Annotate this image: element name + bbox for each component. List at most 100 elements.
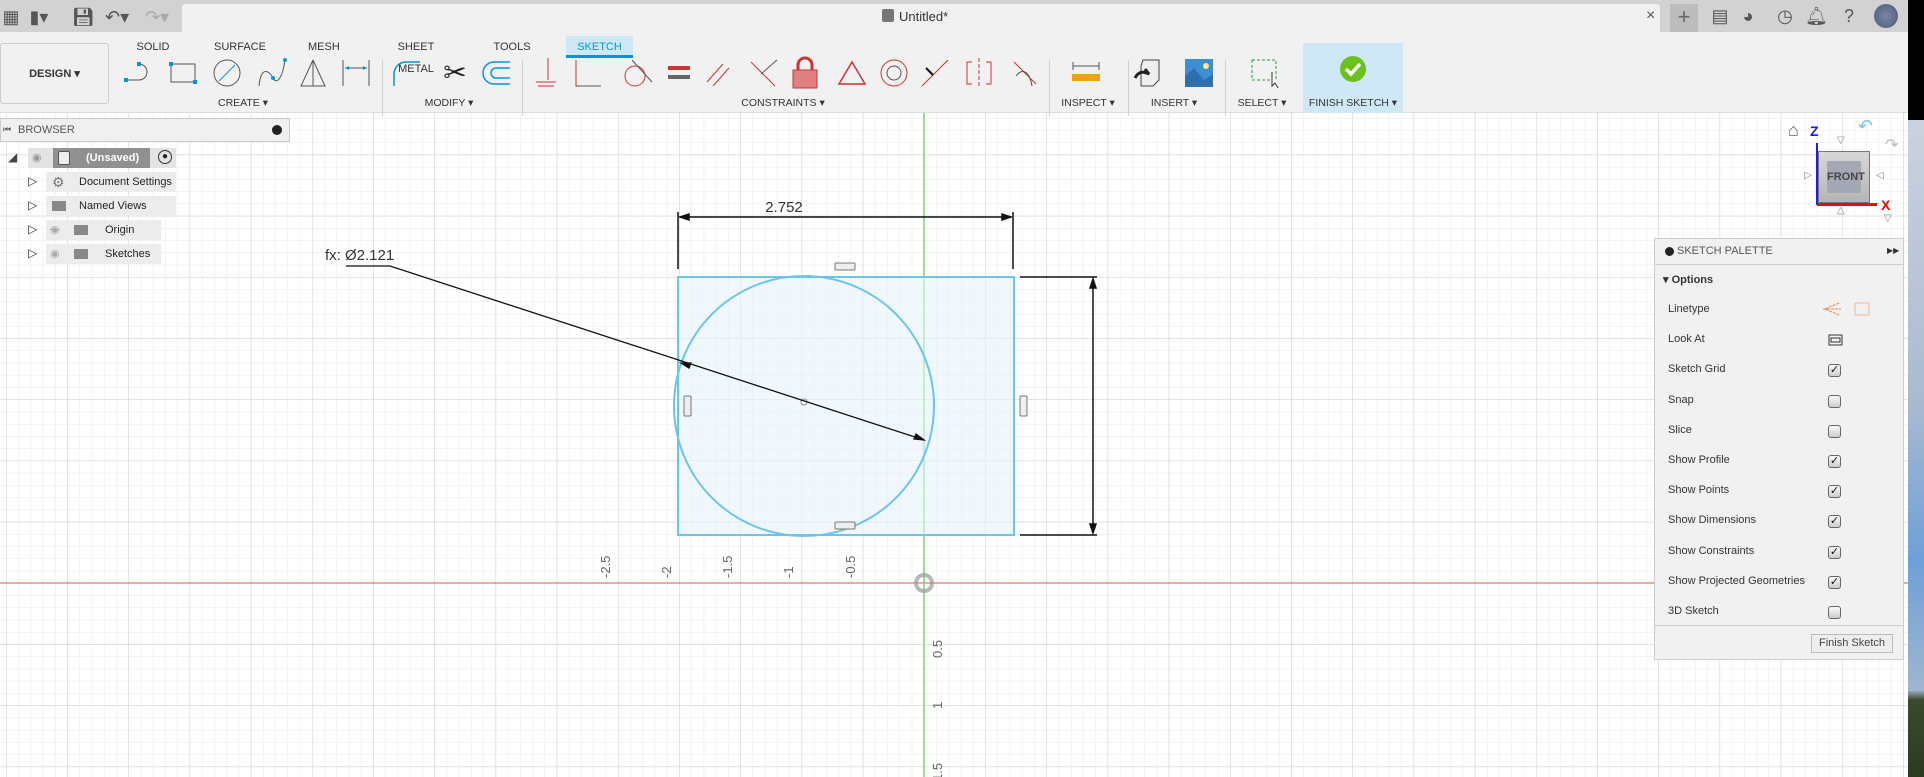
measure-ruler-icon[interactable] xyxy=(1069,56,1103,90)
rotate-cw-icon[interactable]: ↷ xyxy=(1885,135,1898,155)
browser-root-item[interactable]: ◉ (Unsaved) ● xyxy=(28,148,176,168)
insert-derive-icon[interactable] xyxy=(1131,56,1165,90)
create-menu[interactable]: CREATE ▾ xyxy=(218,97,268,109)
line-tool-icon[interactable] xyxy=(123,56,157,90)
sketch-rectangle[interactable] xyxy=(677,276,1015,536)
visibility-eye-icon[interactable]: ◉ xyxy=(50,244,60,264)
options-section-toggle[interactable]: ▾ Options xyxy=(1663,273,1713,286)
browser-item[interactable]: ⚙ Document Settings xyxy=(46,172,176,192)
expand-triangle-icon[interactable]: ▷ xyxy=(28,222,37,236)
palette-checkbox-3d-sketch[interactable] xyxy=(1828,606,1841,619)
activate-radio[interactable]: ● xyxy=(158,150,172,164)
user-avatar[interactable] xyxy=(1874,4,1898,28)
file-menu-icon[interactable]: ▮▾ xyxy=(28,6,50,28)
palette-checkbox-slice[interactable] xyxy=(1828,424,1841,438)
help-icon[interactable]: ? xyxy=(1838,5,1860,27)
view-cube-menu-icon[interactable]: ▽ xyxy=(1884,213,1892,224)
insert-menu[interactable]: INSERT ▾ xyxy=(1151,97,1197,109)
parallel-constraint-icon[interactable] xyxy=(703,56,737,90)
perpendicular-constraint-icon[interactable] xyxy=(747,56,781,90)
browser-item[interactable]: Named Views xyxy=(46,196,176,216)
palette-checkbox-show-points[interactable]: ✓ xyxy=(1828,485,1841,499)
look-at-icon[interactable] xyxy=(1828,331,1844,347)
document-tab[interactable]: Untitled* × xyxy=(182,4,1660,32)
palette-checkbox-show-profile[interactable]: ✓ xyxy=(1828,455,1841,468)
root-collapse-triangle-icon[interactable]: ◢ xyxy=(8,150,17,164)
palette-checkbox-sketch-grid[interactable]: ✓ xyxy=(1828,364,1841,378)
job-status-clock-icon[interactable]: ◷ xyxy=(1774,5,1796,27)
fix-constraint-icon[interactable] xyxy=(528,56,562,90)
new-tab-button[interactable]: + xyxy=(1670,4,1698,32)
palette-checkbox-snap[interactable] xyxy=(1828,394,1841,408)
notifications-bell-icon[interactable]: 🔔︎ xyxy=(1805,5,1828,27)
apps-grid-icon[interactable]: ▦ xyxy=(0,6,22,28)
undo-icon[interactable]: ↶▾ xyxy=(105,6,129,28)
view-left-arrow-icon[interactable]: ◁ xyxy=(1876,170,1884,181)
workspace-switcher[interactable]: DESIGN ▾ xyxy=(0,43,109,104)
spline-tool-icon[interactable] xyxy=(255,56,289,90)
rectangle-tool-icon[interactable] xyxy=(166,56,200,90)
browser-minimize-icon[interactable] xyxy=(272,125,282,135)
save-icon[interactable]: 💾︎ xyxy=(72,6,95,28)
sync-icon[interactable]: ◕ xyxy=(1737,5,1759,27)
hidden-eye-icon[interactable]: ◉ xyxy=(50,220,60,240)
expand-triangle-icon[interactable]: ▷ xyxy=(28,198,37,212)
view-cube[interactable]: FRONT xyxy=(1818,151,1870,203)
sketch-canvas[interactable]: 2.752 fx: Ø2.121 -2.5 -2 -1.5 -1 -0.5 0.5 1 1.… xyxy=(0,113,1908,777)
triangle-constraint-icon[interactable] xyxy=(835,56,869,90)
trim-scissors-icon[interactable]: ✂ xyxy=(438,56,472,90)
tab-solid[interactable]: SOLID xyxy=(135,36,171,58)
view-down-arrow-icon[interactable]: ▽ xyxy=(1837,135,1845,146)
palette-checkbox-show-dimensions[interactable]: ✓ xyxy=(1828,515,1841,529)
offset-tool-icon[interactable] xyxy=(480,56,514,90)
view-right-arrow-icon[interactable]: ▷ xyxy=(1804,170,1812,181)
width-dimension-text[interactable]: 2.752 xyxy=(765,199,803,216)
redo-icon[interactable]: ↷▾ xyxy=(145,6,169,28)
curvature-constraint-icon[interactable] xyxy=(1008,56,1042,90)
expand-triangle-icon[interactable]: ▷ xyxy=(28,246,37,260)
tab-surface[interactable]: SURFACE xyxy=(214,36,266,58)
browser-item[interactable]: ◉ Sketches xyxy=(46,244,161,264)
expand-triangle-icon[interactable]: ▷ xyxy=(28,174,37,188)
select-menu[interactable]: SELECT ▾ xyxy=(1238,97,1287,109)
finish-sketch-palette-button[interactable]: Finish Sketch xyxy=(1811,634,1893,653)
visibility-eye-icon[interactable]: ◉ xyxy=(32,148,42,168)
tab-sheet-metal[interactable]: SHEET METAL xyxy=(381,36,451,75)
constraints-menu[interactable]: CONSTRAINTS ▾ xyxy=(741,97,824,109)
palette-expand-icon[interactable]: ▶▶ xyxy=(1887,246,1899,255)
select-window-icon[interactable] xyxy=(1248,56,1282,90)
midpoint-constraint-icon[interactable] xyxy=(918,56,952,90)
fillet-tool-icon[interactable] xyxy=(390,56,424,90)
comments-icon[interactable]: ▤ xyxy=(1709,5,1731,27)
close-tab-icon[interactable]: × xyxy=(1646,7,1655,25)
concentric-constraint-icon[interactable] xyxy=(877,56,911,90)
finish-sketch-menu[interactable]: FINISH SKETCH ▾ xyxy=(1309,97,1397,109)
browser-panel-header[interactable]: ⏮ BROWSER xyxy=(0,118,290,142)
home-view-icon[interactable]: ⌂ xyxy=(1788,120,1799,141)
tab-sketch[interactable]: SKETCH xyxy=(566,36,633,58)
coincident-constraint-icon[interactable] xyxy=(571,56,605,90)
linetype-icons[interactable] xyxy=(1823,301,1883,317)
diameter-dimension-text[interactable]: fx: Ø2.121 xyxy=(325,247,394,264)
rotate-ccw-icon[interactable]: ↶ xyxy=(1858,116,1873,137)
circle-tool-icon[interactable] xyxy=(210,56,244,90)
lock-constraint-icon[interactable] xyxy=(788,56,822,90)
sketch-dimension-icon[interactable] xyxy=(339,56,373,90)
symmetry-constraint-icon[interactable] xyxy=(962,56,996,90)
modify-menu[interactable]: MODIFY ▾ xyxy=(425,97,474,109)
inspect-menu[interactable]: INSPECT ▾ xyxy=(1061,97,1115,109)
equal-constraint-icon[interactable] xyxy=(665,56,699,90)
view-cube-front-face[interactable]: FRONT xyxy=(1827,161,1865,193)
browser-item[interactable]: ◉ Origin xyxy=(46,220,161,240)
palette-minimize-icon[interactable] xyxy=(1665,247,1674,256)
palette-checkbox-show-projected-geometries[interactable]: ✓ xyxy=(1828,575,1841,589)
tab-tools[interactable]: TOOLS xyxy=(493,36,531,58)
tangent-constraint-icon[interactable] xyxy=(620,56,654,90)
view-up-arrow-icon[interactable]: △ xyxy=(1837,205,1845,216)
palette-checkbox-show-constraints[interactable]: ✓ xyxy=(1828,545,1841,559)
tab-mesh[interactable]: MESH xyxy=(308,36,340,58)
mirror-tool-icon[interactable] xyxy=(296,56,330,90)
collapse-browser-icon[interactable]: ⏮ xyxy=(3,124,11,135)
insert-canvas-image-icon[interactable] xyxy=(1182,56,1216,90)
palette-header[interactable]: SKETCH PALETTE ▶▶ xyxy=(1655,239,1903,265)
